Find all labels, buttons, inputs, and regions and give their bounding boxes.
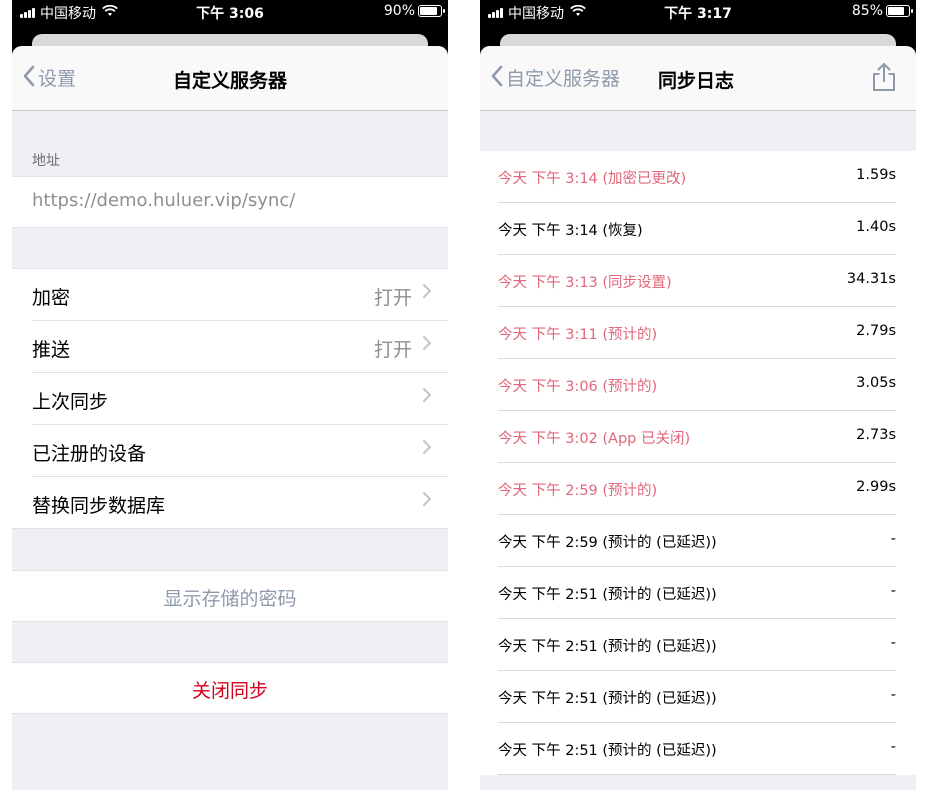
row-label: 上次同步	[32, 391, 109, 413]
row-last-sync[interactable]: 上次同步	[32, 373, 448, 425]
chevron-right-icon	[422, 437, 432, 461]
chevron-right-icon	[422, 281, 432, 305]
log-duration: 2.99s	[856, 479, 896, 495]
address-group: https://demo.huluer.vip/sync/	[12, 176, 448, 228]
chevron-right-icon	[422, 489, 432, 513]
disable-sync-label: 关闭同步	[191, 680, 268, 702]
log-entry: 今天 下午 3:14 (加密已更改)	[498, 171, 687, 187]
sync-log-sheet: 自定义服务器 同步日志 今天 下午 3:14 (加密已更改) 1.59s 今天 …	[480, 46, 916, 790]
row-label: 加密	[32, 287, 71, 309]
navigation-bar: 设置 自定义服务器	[12, 46, 448, 111]
log-entry: 今天 下午 3:02 (App 已关闭)	[498, 431, 691, 447]
row-value: 打开	[373, 287, 412, 309]
log-duration: 1.40s	[856, 219, 896, 235]
log-row[interactable]: 今天 下午 3:02 (App 已关闭) 2.73s	[498, 411, 896, 463]
settings-group: 加密 打开 推送 打开 上次同步 已注册的设备 替换同步数据库	[12, 268, 448, 529]
log-entry: 今天 下午 3:06 (预计的)	[498, 379, 658, 395]
row-value: 打开	[373, 339, 412, 361]
battery-icon	[886, 5, 913, 17]
log-row[interactable]: 今天 下午 3:14 (恢复) 1.40s	[498, 203, 896, 255]
share-icon[interactable]	[870, 62, 898, 92]
row-replace-database[interactable]: 替换同步数据库	[32, 477, 448, 528]
show-password-label: 显示存储的密码	[163, 588, 297, 610]
disable-sync-group: 关闭同步	[12, 662, 448, 714]
sync-log-list: 今天 下午 3:14 (加密已更改) 1.59s 今天 下午 3:14 (恢复)…	[480, 151, 916, 775]
page-title: 自定义服务器	[172, 70, 287, 92]
battery: 85%	[851, 3, 913, 19]
status-bar: 中国移动 下午 3:17 85%	[480, 0, 916, 24]
battery-icon	[418, 5, 445, 17]
back-label: 自定义服务器	[506, 68, 621, 90]
log-entry: 今天 下午 2:51 (预计的 (已延迟))	[498, 639, 717, 655]
log-row[interactable]: 今天 下午 3:13 (同步设置) 34.31s	[498, 255, 896, 307]
log-row[interactable]: 今天 下午 3:11 (预计的) 2.79s	[498, 307, 896, 359]
chevron-left-icon	[490, 65, 504, 91]
left-screen: 中国移动 下午 3:06 90% 设置 自定义服务器 地址 https://de…	[12, 0, 448, 790]
log-duration: 34.31s	[846, 271, 896, 287]
log-duration: 2.79s	[856, 323, 896, 339]
url-field[interactable]: https://demo.huluer.vip/sync/	[12, 177, 448, 227]
row-push[interactable]: 推送 打开	[32, 321, 448, 373]
log-row[interactable]: 今天 下午 3:14 (加密已更改) 1.59s	[498, 151, 896, 203]
log-entry: 今天 下午 2:51 (预计的 (已延迟))	[498, 691, 717, 707]
log-row[interactable]: 今天 下午 2:59 (预计的) 2.99s	[498, 463, 896, 515]
log-duration: -	[890, 687, 896, 703]
log-entry: 今天 下午 2:59 (预计的)	[498, 483, 658, 499]
row-label: 已注册的设备	[32, 443, 147, 465]
show-password-button[interactable]: 显示存储的密码	[12, 571, 448, 621]
log-entry: 今天 下午 2:51 (预计的 (已延迟))	[498, 743, 717, 759]
url-value: https://demo.huluer.vip/sync/	[32, 190, 296, 211]
log-row[interactable]: 今天 下午 2:59 (预计的 (已延迟)) -	[498, 515, 896, 567]
disable-sync-button[interactable]: 关闭同步	[12, 663, 448, 713]
status-time: 下午 3:17	[664, 6, 732, 22]
row-label: 替换同步数据库	[32, 495, 166, 517]
show-password-group: 显示存储的密码	[12, 570, 448, 622]
battery-percent: 90%	[383, 3, 415, 19]
log-duration: -	[890, 583, 896, 599]
battery: 90%	[383, 3, 445, 19]
log-row[interactable]: 今天 下午 2:51 (预计的 (已延迟)) -	[498, 723, 896, 775]
settings-sheet: 设置 自定义服务器 地址 https://demo.huluer.vip/syn…	[12, 46, 448, 790]
log-entry: 今天 下午 2:51 (预计的 (已延迟))	[498, 587, 717, 603]
back-button[interactable]: 自定义服务器	[490, 64, 620, 91]
navigation-bar: 自定义服务器 同步日志	[480, 46, 916, 111]
chevron-right-icon	[422, 385, 432, 409]
row-label: 推送	[32, 339, 71, 361]
log-entry: 今天 下午 2:59 (预计的 (已延迟))	[498, 535, 717, 551]
log-duration: 1.59s	[856, 167, 896, 183]
address-header: 地址	[32, 153, 60, 169]
log-duration: 3.05s	[856, 375, 896, 391]
row-encryption[interactable]: 加密 打开	[32, 269, 448, 321]
log-row[interactable]: 今天 下午 2:51 (预计的 (已延迟)) -	[498, 671, 896, 723]
log-row[interactable]: 今天 下午 2:51 (预计的 (已延迟)) -	[498, 567, 896, 619]
log-duration: 2.73s	[856, 427, 896, 443]
log-entry: 今天 下午 3:14 (恢复)	[498, 223, 643, 239]
chevron-right-icon	[422, 333, 432, 357]
log-duration: -	[890, 531, 896, 547]
log-duration: -	[890, 739, 896, 755]
status-bar: 中国移动 下午 3:06 90%	[12, 0, 448, 24]
log-entry: 今天 下午 3:11 (预计的)	[498, 327, 658, 343]
log-duration: -	[890, 635, 896, 651]
row-registered-devices[interactable]: 已注册的设备	[32, 425, 448, 477]
log-row[interactable]: 今天 下午 2:51 (预计的 (已延迟)) -	[498, 619, 896, 671]
right-screen: 中国移动 下午 3:17 85% 自定义服务器 同步日志 今天 下午 3:14 …	[480, 0, 916, 790]
page-title: 同步日志	[658, 70, 735, 92]
battery-percent: 85%	[851, 3, 883, 19]
log-row[interactable]: 今天 下午 3:06 (预计的) 3.05s	[498, 359, 896, 411]
log-entry: 今天 下午 3:13 (同步设置)	[498, 275, 672, 291]
status-time: 下午 3:06	[196, 6, 264, 22]
